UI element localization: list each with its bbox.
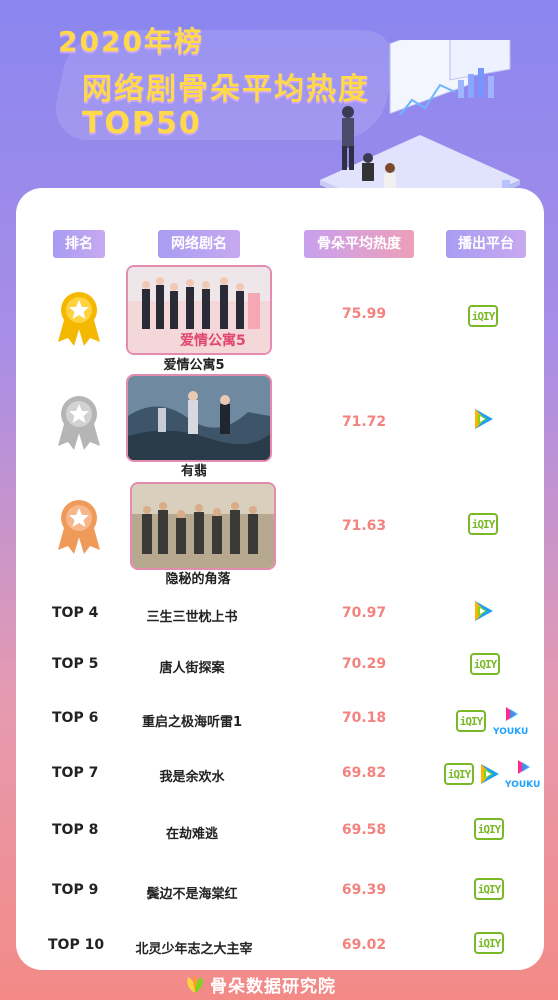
heat-score: 69.82 <box>341 765 387 781</box>
platform-cell: iQIY <box>474 818 504 840</box>
heat-score: 69.58 <box>341 822 387 838</box>
heat-score: 69.02 <box>341 937 387 953</box>
heat-score: 75.99 <box>341 306 387 322</box>
iqiyi-icon: iQIY <box>470 653 500 675</box>
title-line-3: TOP50 <box>82 106 202 141</box>
platform-cell <box>470 406 496 432</box>
poster-image <box>130 482 276 570</box>
header-platform: 播出平台 <box>446 230 526 258</box>
platform-cell: iQIY <box>468 305 498 327</box>
platform-cell <box>470 598 496 624</box>
drama-name: 隐秘的角落 <box>165 572 231 587</box>
iqiyi-icon: iQIY <box>456 710 486 732</box>
platform-cell: iQIY <box>474 932 504 954</box>
poster-image: 爱情公寓5 <box>126 265 272 355</box>
heat-score: 71.72 <box>341 414 387 430</box>
heat-score: 70.18 <box>341 710 387 726</box>
header-rank: 排名 <box>53 230 105 258</box>
tencent-video-icon <box>481 764 499 784</box>
iqiyi-icon: iQIY <box>468 305 498 327</box>
header-score: 骨朵平均热度 <box>304 230 414 258</box>
drama-name: 唐人街探案 <box>159 661 225 676</box>
gold-medal-icon <box>58 292 100 346</box>
drama-name: 重启之极海听雷1 <box>141 715 243 730</box>
platform-cell: iQIY <box>468 513 498 535</box>
drama-name: 三生三世枕上书 <box>146 610 238 625</box>
bronze-medal-icon <box>58 500 100 554</box>
platform-cell: iQIY <box>474 878 504 900</box>
heat-score: 71.63 <box>341 518 387 534</box>
drama-name: 我是余欢水 <box>159 770 225 785</box>
title-line-1: 2020年榜 <box>58 25 204 58</box>
platform-cell: iQIY YOUKU <box>444 758 542 790</box>
platform-cell: iQIY <box>470 653 500 675</box>
drama-name: 北灵少年志之大主宰 <box>135 942 253 957</box>
silver-medal-icon <box>58 396 100 450</box>
tencent-video-icon <box>475 409 493 429</box>
drama-name: 有翡 <box>180 464 207 479</box>
iqiyi-icon: iQIY <box>474 818 504 840</box>
svg-text:YOUKU: YOUKU <box>504 780 540 790</box>
header-name: 网络剧名 <box>158 230 240 258</box>
iqiyi-icon: iQIY <box>444 763 474 785</box>
platform-cell: iQIY YOUKU <box>456 705 530 737</box>
heat-score: 69.39 <box>341 882 387 898</box>
tencent-video-icon <box>475 601 493 621</box>
poster-image <box>126 374 272 462</box>
svg-text:YOUKU: YOUKU <box>492 727 528 737</box>
iqiyi-icon: iQIY <box>468 513 498 535</box>
iqiyi-icon: iQIY <box>474 878 504 900</box>
youku-icon: YOUKU <box>492 705 530 737</box>
iqiyi-icon: iQIY <box>474 932 504 954</box>
svg-text:爱情公寓5: 爱情公寓5 <box>180 332 246 349</box>
heat-score: 70.97 <box>341 605 387 621</box>
drama-name: 爱情公寓5 <box>163 358 225 373</box>
footer-brand: 骨朵数据研究院 <box>210 977 336 997</box>
drama-name: 在劫难逃 <box>165 827 218 842</box>
youku-icon: YOUKU <box>504 758 542 790</box>
brand-logo-icon <box>187 975 203 993</box>
drama-name: 鬓边不是海棠红 <box>146 887 238 902</box>
heat-score: 70.29 <box>341 656 387 672</box>
